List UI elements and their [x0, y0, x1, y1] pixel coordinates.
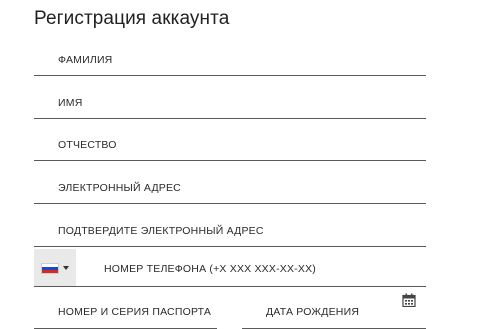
russia-flag-icon — [41, 263, 59, 274]
calendar-icon[interactable] — [402, 293, 416, 307]
email-confirm-placeholder: ПОДТВЕРДИТЕ ЭЛЕКТРОННЫЙ АДРЕС — [58, 225, 264, 237]
last-name-field[interactable]: ФАМИЛИЯ — [34, 36, 426, 76]
patronymic-placeholder: ОТЧЕСТВО — [58, 139, 117, 151]
caret-down-icon — [63, 266, 69, 270]
birth-date-field[interactable]: ДАТА РОЖДЕНИЯ — [242, 290, 426, 329]
patronymic-field[interactable]: ОТЧЕСТВО — [34, 121, 426, 161]
passport-field[interactable]: НОМЕР И СЕРИЯ ПАСПОРТА — [34, 290, 217, 329]
country-code-select[interactable] — [34, 249, 76, 286]
email-placeholder: ЭЛЕКТРОННЫЙ АДРЕС — [58, 182, 181, 194]
last-name-placeholder: ФАМИЛИЯ — [58, 54, 113, 66]
registration-form: Регистрация аккаунта ФАМИЛИЯ ИМЯ ОТЧЕСТВ… — [0, 0, 500, 329]
phone-row: НОМЕР ТЕЛЕФОНА (+Х ХХХ ХХХ-ХХ-ХХ) — [34, 249, 426, 287]
passport-placeholder: НОМЕР И СЕРИЯ ПАСПОРТА — [58, 306, 212, 318]
phone-field[interactable]: НОМЕР ТЕЛЕФОНА (+Х ХХХ ХХХ-ХХ-ХХ) — [104, 263, 316, 275]
birth-date-placeholder: ДАТА РОЖДЕНИЯ — [266, 306, 360, 318]
email-confirm-field[interactable]: ПОДТВЕРДИТЕ ЭЛЕКТРОННЫЙ АДРЕС — [34, 207, 426, 247]
first-name-field[interactable]: ИМЯ — [34, 79, 426, 119]
first-name-placeholder: ИМЯ — [58, 97, 83, 109]
email-field[interactable]: ЭЛЕКТРОННЫЙ АДРЕС — [34, 164, 426, 204]
page-title: Регистрация аккаунта — [34, 8, 230, 29]
